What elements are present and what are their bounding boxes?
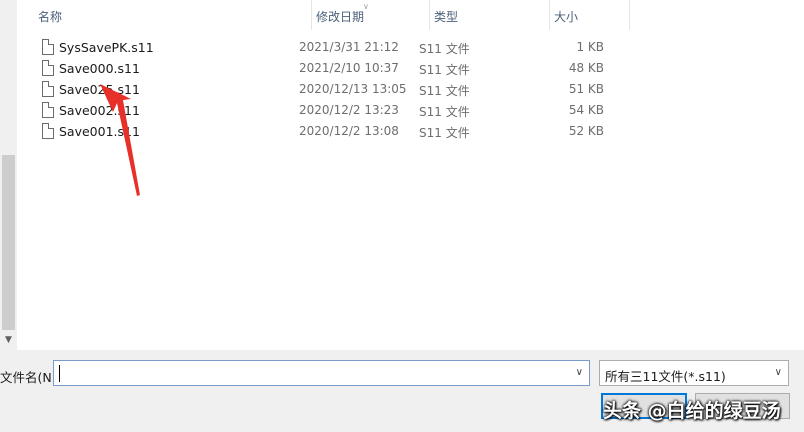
scrollbar-thumb[interactable] xyxy=(2,155,15,330)
file-type-select[interactable]: 所有三11文件(*.s11) ∨ xyxy=(599,360,789,386)
vertical-scrollbar[interactable]: ▼ xyxy=(0,0,17,350)
file-icon xyxy=(42,81,54,97)
watermark-text: 头条 @白给的绿豆汤 xyxy=(603,400,781,422)
column-header-type[interactable]: 类型 xyxy=(430,0,550,30)
file-name: Save025.s11 xyxy=(59,82,140,97)
column-header-size[interactable]: 大小 xyxy=(550,0,630,30)
file-type: S11 文件 xyxy=(419,63,470,77)
file-size: 51 KB xyxy=(568,82,604,96)
file-name: SysSavePK.s11 xyxy=(59,40,154,55)
filename-input[interactable]: ∨ xyxy=(53,360,590,386)
chevron-down-icon[interactable]: ∨ xyxy=(775,367,782,378)
file-row[interactable]: Save001.s11 2020/12/2 13:08 S11 文件 52 KB xyxy=(36,121,616,142)
file-date: 2020/12/13 13:05 xyxy=(299,82,407,96)
file-date: 2020/12/2 13:08 xyxy=(299,124,399,138)
bottom-panel: 文件名(N): ∨ 所有三11文件(*.s11) ∨ 头条 @白给的绿豆汤 xyxy=(0,350,804,432)
file-type: S11 文件 xyxy=(419,105,470,119)
file-row[interactable]: Save025.s11 2020/12/13 13:05 S11 文件 51 KB xyxy=(36,79,616,100)
file-icon xyxy=(42,60,54,76)
file-name: Save001.s11 xyxy=(59,124,140,139)
file-icon xyxy=(42,39,54,55)
column-header-date[interactable]: 修改日期 xyxy=(312,0,430,30)
file-row[interactable]: SysSavePK.s11 2021/3/31 21:12 S11 文件 1 KB xyxy=(36,37,616,58)
scroll-down-arrow-icon[interactable]: ▼ xyxy=(4,336,13,345)
file-size: 1 KB xyxy=(576,40,604,54)
column-header-name[interactable]: 名称 xyxy=(34,0,312,30)
file-type: S11 文件 xyxy=(419,84,470,98)
filename-label: 文件名(N): xyxy=(0,370,61,385)
file-icon xyxy=(42,123,54,139)
file-row[interactable]: Save002.s11 2020/12/2 13:23 S11 文件 54 KB xyxy=(36,100,616,121)
file-icon xyxy=(42,102,54,118)
file-type: S11 文件 xyxy=(419,42,470,56)
file-date: 2021/2/10 10:37 xyxy=(299,61,399,75)
file-size: 52 KB xyxy=(568,124,604,138)
file-type: S11 文件 xyxy=(419,126,470,140)
file-date: 2020/12/2 13:23 xyxy=(299,103,399,117)
file-date: 2021/3/31 21:12 xyxy=(299,40,399,54)
file-size: 48 KB xyxy=(568,61,604,75)
text-caret xyxy=(59,365,60,382)
chevron-down-icon[interactable]: ∨ xyxy=(576,367,583,378)
file-size: 54 KB xyxy=(568,103,604,117)
file-name: Save000.s11 xyxy=(59,61,140,76)
file-type-selected: 所有三11文件(*.s11) xyxy=(605,369,726,384)
file-name: Save002.s11 xyxy=(59,103,140,118)
file-row[interactable]: Save000.s11 2021/2/10 10:37 S11 文件 48 KB xyxy=(36,58,616,79)
